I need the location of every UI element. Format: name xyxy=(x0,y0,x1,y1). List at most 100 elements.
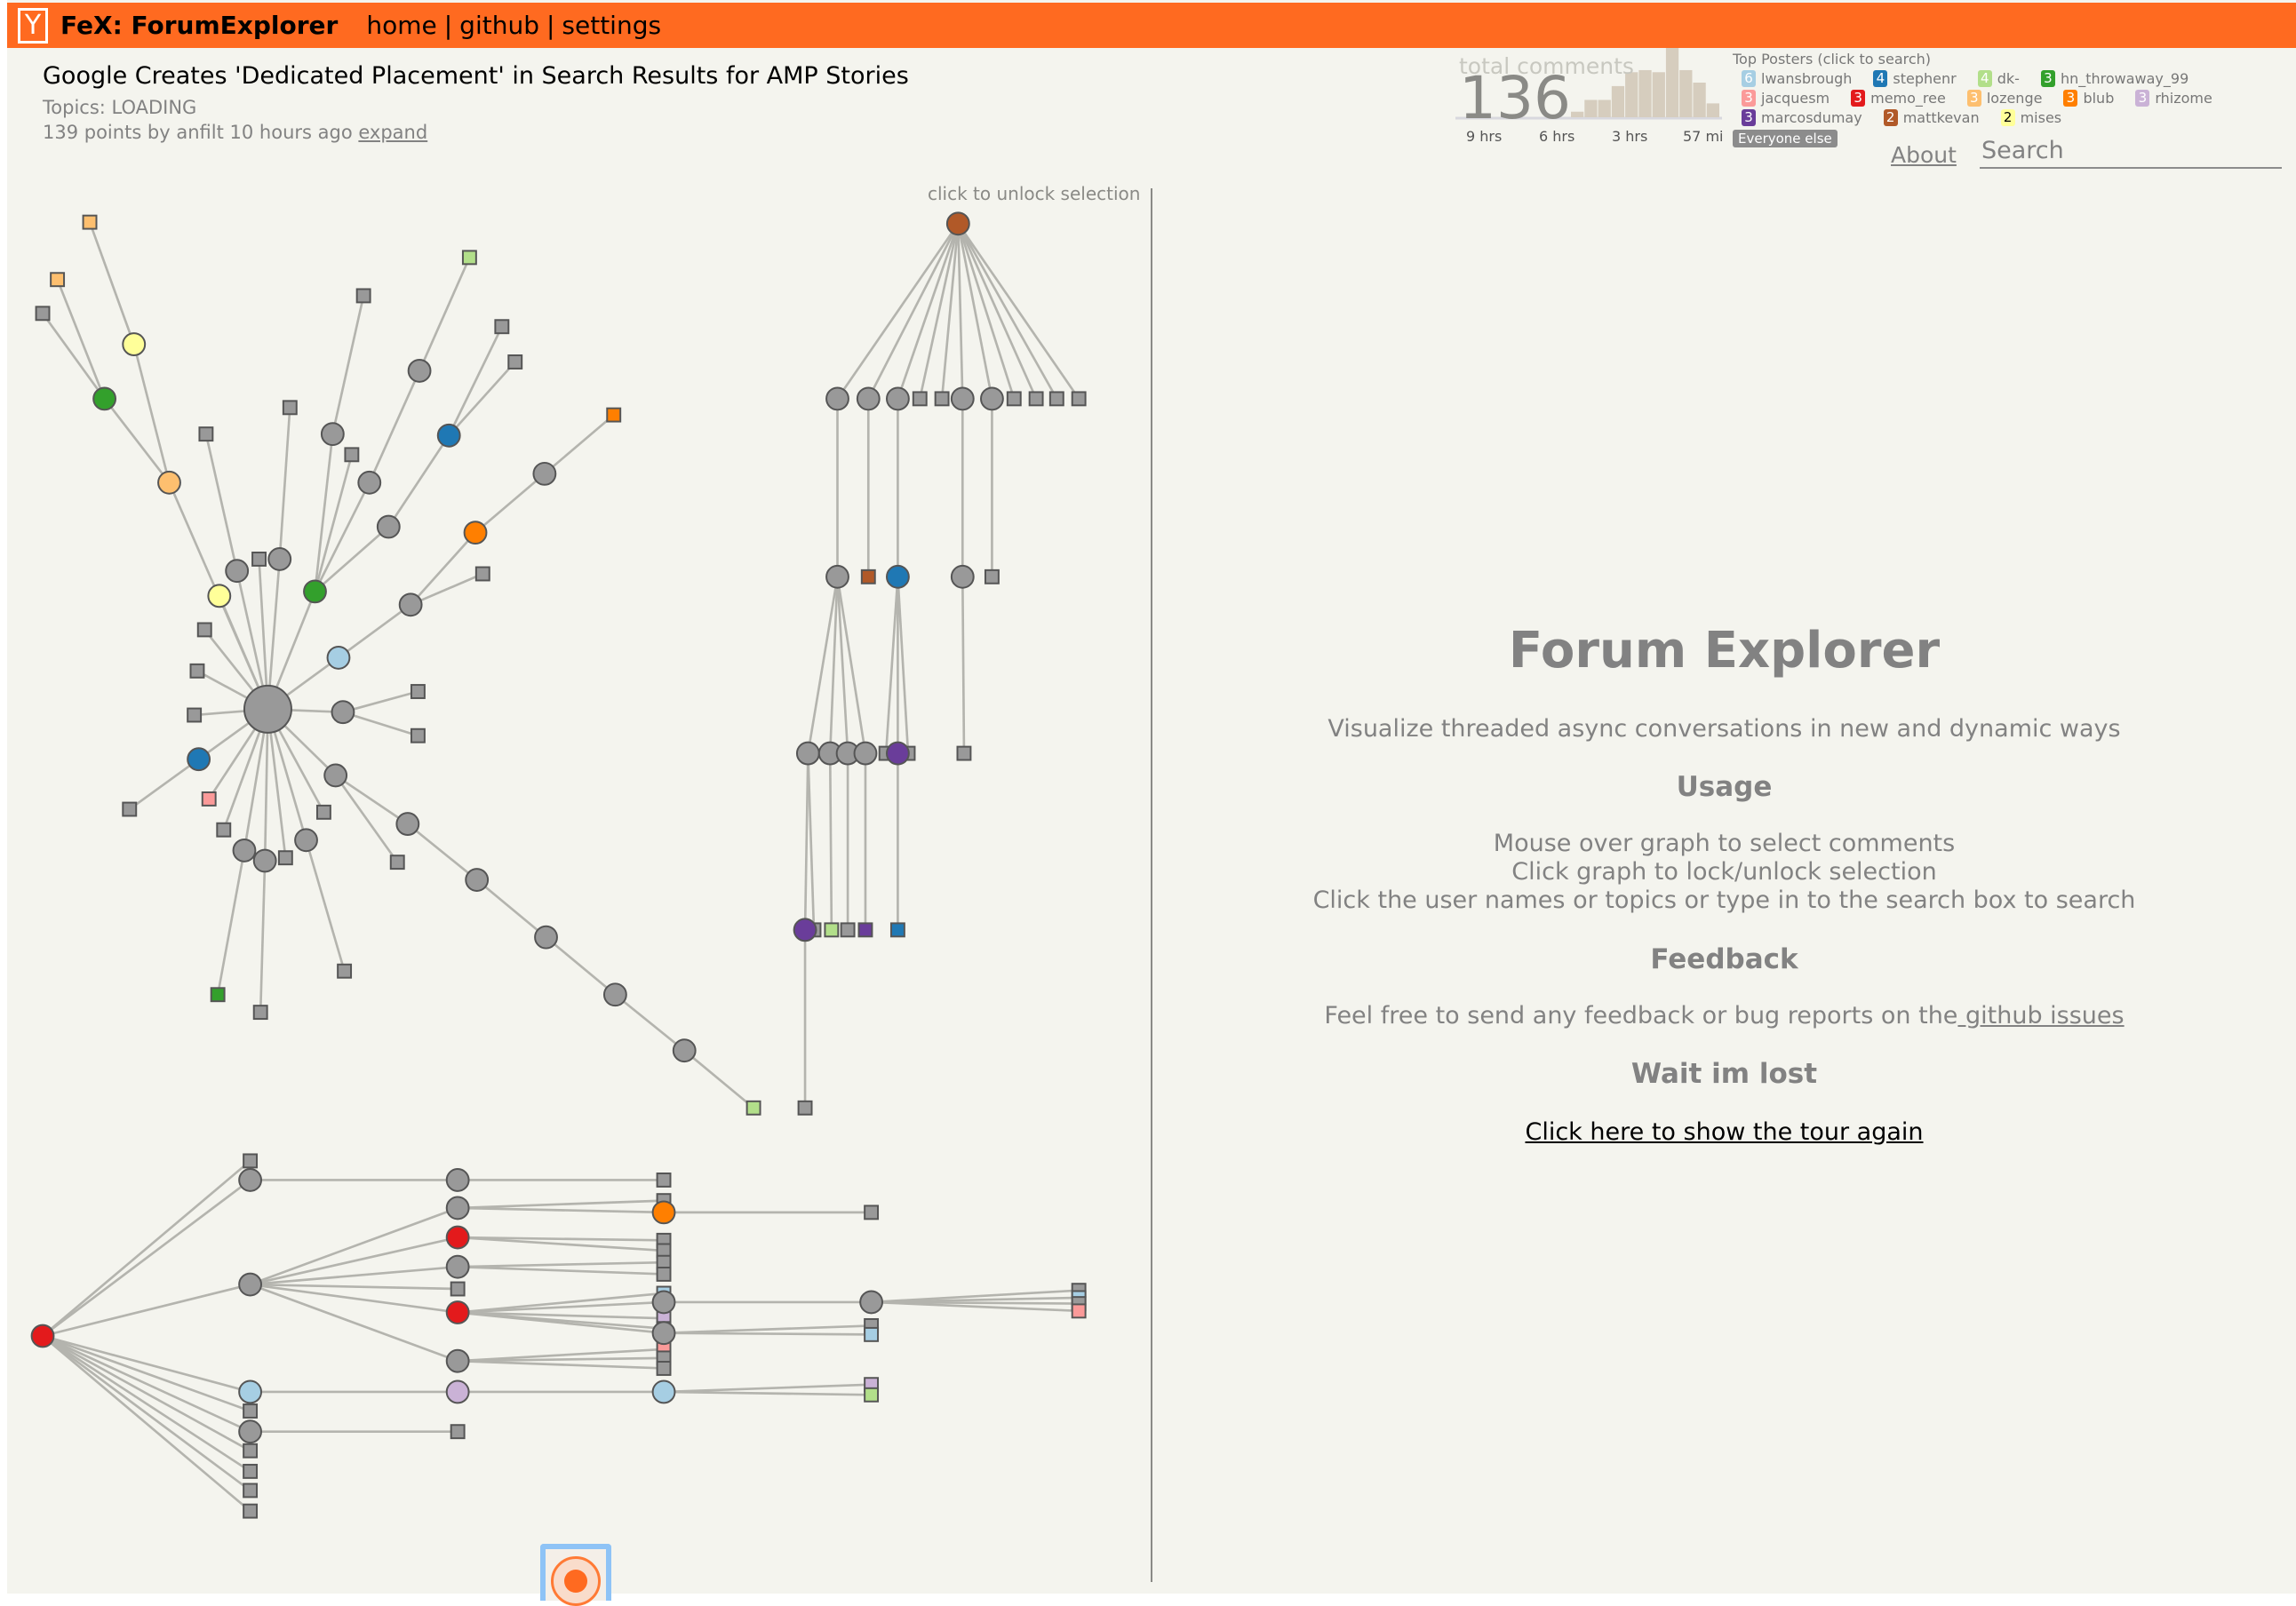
comment-node[interactable] xyxy=(825,564,849,589)
comment-node-leaf[interactable] xyxy=(450,1424,466,1440)
about-link[interactable]: About xyxy=(1891,142,1957,168)
comment-node[interactable] xyxy=(398,592,423,617)
comment-node-leaf[interactable] xyxy=(474,566,490,582)
comment-node[interactable] xyxy=(445,1168,470,1192)
poster-blub[interactable]: 3 blub xyxy=(2063,90,2114,107)
comment-node-leaf[interactable] xyxy=(494,319,510,335)
comment-node-leaf[interactable] xyxy=(864,1204,880,1220)
story-root-node[interactable] xyxy=(243,684,292,734)
comment-node-leaf[interactable] xyxy=(355,288,371,304)
comment-node-leaf[interactable] xyxy=(840,922,856,938)
poster-marcosdumay[interactable]: 3 marcosdumay xyxy=(1742,109,1862,126)
poster-lwansbrough[interactable]: 6 lwansbrough xyxy=(1742,70,1852,87)
poster-rhizome[interactable]: 3 rhizome xyxy=(2135,90,2212,107)
comment-node-leaf[interactable] xyxy=(889,922,905,938)
comment-node-leaf[interactable] xyxy=(201,791,217,807)
comment-node[interactable] xyxy=(651,1200,676,1225)
comment-node[interactable] xyxy=(407,358,432,383)
comment-node[interactable] xyxy=(651,1290,676,1315)
comment-node[interactable] xyxy=(465,868,490,892)
comment-node-leaf[interactable] xyxy=(282,400,298,416)
comment-node-leaf[interactable] xyxy=(984,568,1000,584)
comment-node-leaf[interactable] xyxy=(243,1403,259,1419)
comment-node[interactable] xyxy=(92,386,117,411)
comment-node[interactable] xyxy=(294,828,318,853)
comment-node-leaf[interactable] xyxy=(198,426,214,442)
comment-node-leaf[interactable] xyxy=(507,354,523,370)
comment-node[interactable] xyxy=(859,1290,884,1315)
comment-node[interactable] xyxy=(532,461,557,486)
comment-node-leaf[interactable] xyxy=(35,306,51,322)
comment-node[interactable] xyxy=(238,1379,263,1404)
comment-node-leaf[interactable] xyxy=(860,568,876,584)
comment-node[interactable] xyxy=(30,1324,55,1348)
comment-node-leaf[interactable] xyxy=(243,1503,259,1519)
comment-node-leaf[interactable] xyxy=(956,745,972,761)
comment-node[interactable] xyxy=(980,386,1004,411)
comment-node[interactable] xyxy=(885,386,910,411)
comment-node[interactable] xyxy=(187,747,211,772)
comment-node-leaf[interactable] xyxy=(450,1281,466,1297)
comment-node[interactable] xyxy=(825,386,849,411)
comment-node-leaf[interactable] xyxy=(1006,391,1022,407)
comment-node-leaf[interactable] xyxy=(656,1361,672,1376)
comment-node[interactable] xyxy=(463,521,488,545)
comment-node[interactable] xyxy=(326,645,351,670)
comment-node-leaf[interactable] xyxy=(461,250,477,266)
comment-node-leaf[interactable] xyxy=(656,1267,672,1282)
comment-node-leaf[interactable] xyxy=(857,922,873,938)
thread-graph[interactable] xyxy=(0,0,1151,1601)
comment-node-leaf[interactable] xyxy=(912,391,928,407)
poster-mattkevan[interactable]: 2 mattkevan xyxy=(1883,109,1980,126)
comment-node[interactable] xyxy=(793,918,817,942)
comment-node[interactable] xyxy=(395,812,420,837)
comment-node-leaf[interactable] xyxy=(277,850,293,866)
comment-node[interactable] xyxy=(331,700,355,725)
comment-node[interactable] xyxy=(885,564,910,589)
comment-node[interactable] xyxy=(602,982,627,1007)
comment-node[interactable] xyxy=(651,1379,676,1404)
comment-node[interactable] xyxy=(445,1300,470,1324)
comment-node[interactable] xyxy=(225,559,250,584)
comment-node[interactable] xyxy=(534,925,558,950)
poster-mises[interactable]: 2 mises xyxy=(2000,109,2061,126)
comment-node-leaf[interactable] xyxy=(252,1005,268,1021)
comment-node-leaf[interactable] xyxy=(315,804,331,820)
comment-node-leaf[interactable] xyxy=(187,707,203,723)
comment-node[interactable] xyxy=(950,386,975,411)
comment-node[interactable] xyxy=(232,838,257,863)
comment-node-leaf[interactable] xyxy=(189,663,205,679)
comment-node-leaf[interactable] xyxy=(745,1100,761,1116)
comment-node[interactable] xyxy=(445,1196,470,1220)
poster-dk-[interactable]: 4 dk- xyxy=(1977,70,2020,87)
github-issues-link[interactable]: github issues xyxy=(1957,1002,2125,1030)
comment-node-leaf[interactable] xyxy=(934,391,950,407)
poster-lozenge[interactable]: 3 lozenge xyxy=(1966,90,2042,107)
comment-node-leaf[interactable] xyxy=(210,987,226,1003)
comment-node[interactable] xyxy=(795,741,820,766)
comment-node-leaf[interactable] xyxy=(216,822,232,838)
comment-node[interactable] xyxy=(238,1419,263,1444)
comment-node[interactable] xyxy=(157,470,181,495)
comment-node-leaf[interactable] xyxy=(797,1100,813,1116)
comment-node-leaf[interactable] xyxy=(122,801,138,817)
tour-beacon-button[interactable] xyxy=(540,1544,611,1606)
comment-node[interactable] xyxy=(252,848,277,873)
comment-node[interactable] xyxy=(885,741,910,766)
comment-node-leaf[interactable] xyxy=(243,1153,259,1169)
comment-node-leaf[interactable] xyxy=(1048,391,1064,407)
show-tour-link[interactable]: Click here to show the tour again xyxy=(1152,1118,2296,1146)
comment-node-leaf[interactable] xyxy=(1071,1303,1087,1319)
comment-node[interactable] xyxy=(651,1321,676,1346)
comment-node-leaf[interactable] xyxy=(656,1172,672,1188)
comment-node[interactable] xyxy=(950,564,975,589)
comment-node[interactable] xyxy=(856,386,881,411)
comment-node-leaf[interactable] xyxy=(50,272,66,288)
comment-node-leaf[interactable] xyxy=(344,447,360,463)
comment-node-leaf[interactable] xyxy=(196,622,212,638)
comment-node-leaf[interactable] xyxy=(864,1387,880,1403)
comment-node[interactable] xyxy=(323,763,348,788)
comment-node[interactable] xyxy=(853,741,878,766)
comment-node[interactable] xyxy=(445,1254,470,1279)
comment-node[interactable] xyxy=(122,332,147,357)
